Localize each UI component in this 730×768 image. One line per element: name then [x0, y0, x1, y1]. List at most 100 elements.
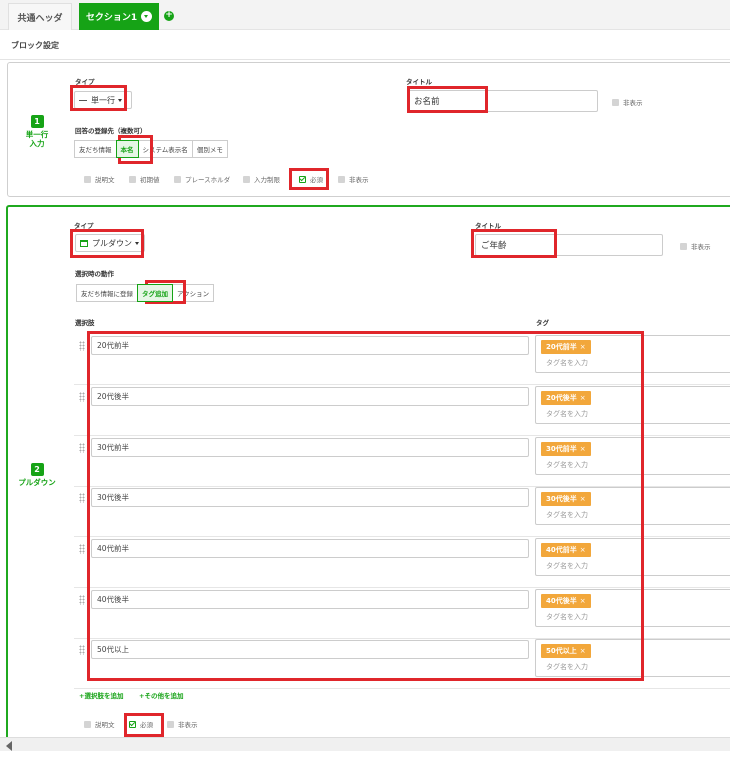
tag-placeholder: タグ名を入力 [546, 410, 588, 418]
checkbox-icon [84, 175, 91, 183]
remove-tag-icon[interactable]: × [580, 394, 586, 402]
tag-input-area[interactable]: 30代前半 × タグ名を入力 [535, 437, 730, 475]
tag-placeholder: タグ名を入力 [546, 613, 588, 621]
action-option-friend-info[interactable]: 友だち情報に登録 [76, 284, 138, 302]
tag-input-area[interactable]: 50代以上 × タグ名を入力 [535, 639, 730, 677]
checkbox-icon [338, 175, 345, 183]
checkbox-checked-icon [129, 720, 136, 728]
tag-input-area[interactable]: 40代後半 × タグ名を入力 [535, 589, 730, 627]
add-section-button[interactable]: + [164, 11, 174, 21]
block2-option-hidden[interactable]: 非表示 [167, 719, 198, 729]
block1-type-name-line1: 単一行 [25, 130, 49, 139]
checkbox-icon [680, 242, 687, 250]
dest-option-memo[interactable]: 個別メモ [191, 140, 228, 158]
block1-type-indicator: 1 単一行 入力 [8, 115, 66, 148]
remove-tag-icon[interactable]: × [580, 546, 586, 554]
block1-option-initial[interactable]: 初期値 [129, 174, 160, 184]
tag-input-area[interactable]: 20代前半 × タグ名を入力 [535, 335, 730, 373]
block1-option-placeholder[interactable]: プレースホルダ [174, 174, 230, 184]
block1-option-description[interactable]: 説明文 [84, 174, 115, 184]
action-option-action[interactable]: アクション [172, 284, 215, 302]
dest-option-system-name[interactable]: システム表示名 [137, 140, 193, 158]
scroll-left-arrow-icon[interactable] [6, 741, 12, 751]
choice-input[interactable]: 50代以上 [91, 640, 529, 659]
drag-handle-icon[interactable] [79, 392, 85, 402]
block1-type-select[interactable]: 単一行 [74, 91, 132, 109]
tag-placeholder: タグ名を入力 [546, 663, 588, 671]
horizontal-scrollbar[interactable] [0, 737, 730, 751]
block2-hide-label: 非表示 [691, 243, 711, 251]
choice-input[interactable]: 20代後半 [91, 387, 529, 406]
choice-input[interactable]: 30代後半 [91, 488, 529, 507]
tag-input-area[interactable]: 20代後半 × タグ名を入力 [535, 386, 730, 424]
block2-type-value: プルダウン [92, 238, 132, 248]
block-settings-header: ブロック設定 [0, 30, 730, 60]
choice-row: 30代後半 30代後半 × タグ名を入力 [74, 487, 730, 537]
checkbox-icon [174, 175, 181, 183]
checkbox-icon [129, 175, 136, 183]
action-option-tag-add[interactable]: タグ追加 [137, 284, 173, 302]
block2-title-input[interactable]: ご年齢 [475, 234, 663, 256]
choice-row: 30代前半 30代前半 × タグ名を入力 [74, 437, 730, 487]
bottom-margin [0, 751, 730, 768]
tag-chip-label: 50代以上 [546, 647, 577, 655]
chevron-down-icon[interactable] [141, 11, 153, 22]
choice-input[interactable]: 40代前半 [91, 539, 529, 558]
checkbox-icon [84, 720, 91, 728]
block1-option-required[interactable]: 必須 [299, 174, 323, 184]
block2-action-group: 友だち情報に登録 タグ追加 アクション [76, 284, 215, 302]
drag-handle-icon[interactable] [79, 645, 85, 655]
tab-section-1[interactable]: セクション1 [79, 3, 159, 30]
block1-option-hidden[interactable]: 非表示 [338, 174, 369, 184]
tag-chip: 20代前半 × [541, 340, 591, 354]
block1-dest-group: 友だち情報 本名 システム表示名 個別メモ [74, 140, 228, 158]
block2-option-required[interactable]: 必須 [129, 719, 153, 729]
tag-placeholder: タグ名を入力 [546, 562, 588, 570]
option-label: 入力制限 [254, 176, 280, 184]
block1-hide-checkbox[interactable]: 非表示 [612, 97, 643, 107]
block2-title-label: タイトル [475, 222, 501, 230]
add-choice-link[interactable]: +選択肢を追加 [79, 690, 123, 700]
block1-option-restriction[interactable]: 入力制限 [243, 174, 280, 184]
drag-handle-icon[interactable] [79, 493, 85, 503]
choice-row: 40代後半 40代後半 × タグ名を入力 [74, 589, 730, 639]
drag-handle-icon[interactable] [79, 544, 85, 554]
option-label: 必須 [310, 176, 323, 184]
choice-input[interactable]: 30代前半 [91, 438, 529, 457]
remove-tag-icon[interactable]: × [580, 343, 586, 351]
drag-handle-icon[interactable] [79, 595, 85, 605]
checkbox-icon [243, 175, 250, 183]
drag-handle-icon[interactable] [79, 341, 85, 351]
block2-type-select[interactable]: プルダウン [75, 234, 145, 252]
choices-column-header: 選択肢 [75, 319, 95, 327]
block1-title-input[interactable]: お名前 [408, 90, 598, 112]
tag-input-area[interactable]: 30代後半 × タグ名を入力 [535, 487, 730, 525]
dest-option-real-name[interactable]: 本名 [115, 140, 139, 158]
option-label: 必須 [140, 721, 153, 729]
block1-title-label: タイトル [406, 78, 432, 86]
tag-placeholder: タグ名を入力 [546, 461, 588, 469]
tag-input-area[interactable]: 40代前半 × タグ名を入力 [535, 538, 730, 576]
checkbox-icon [612, 98, 619, 106]
block2-hide-checkbox[interactable]: 非表示 [680, 241, 711, 251]
tag-chip-label: 30代後半 [546, 495, 577, 503]
remove-tag-icon[interactable]: × [580, 647, 586, 655]
tab-bar: 共通ヘッダ セクション1 + [0, 0, 730, 30]
tag-chip: 40代前半 × [541, 543, 591, 557]
choice-input[interactable]: 20代前半 [91, 336, 529, 355]
tag-chip: 20代後半 × [541, 391, 591, 405]
tab-common-header[interactable]: 共通ヘッダ [8, 3, 72, 30]
option-label: 非表示 [178, 721, 198, 729]
block2-option-description[interactable]: 説明文 [84, 719, 115, 729]
block-single-line[interactable]: 1 単一行 入力 タイプ 単一行 タイトル お名前 非表示 回答の登録先（複数可… [7, 62, 730, 197]
tag-chip-label: 20代前半 [546, 343, 577, 351]
choice-input[interactable]: 40代後半 [91, 590, 529, 609]
remove-tag-icon[interactable]: × [580, 445, 586, 453]
remove-tag-icon[interactable]: × [580, 495, 586, 503]
remove-tag-icon[interactable]: × [580, 597, 586, 605]
pulldown-icon [80, 239, 88, 247]
tag-chip-label: 40代後半 [546, 597, 577, 605]
add-other-link[interactable]: +その他を追加 [139, 690, 183, 700]
drag-handle-icon[interactable] [79, 443, 85, 453]
dest-option-friend-info[interactable]: 友だち情報 [74, 140, 117, 158]
